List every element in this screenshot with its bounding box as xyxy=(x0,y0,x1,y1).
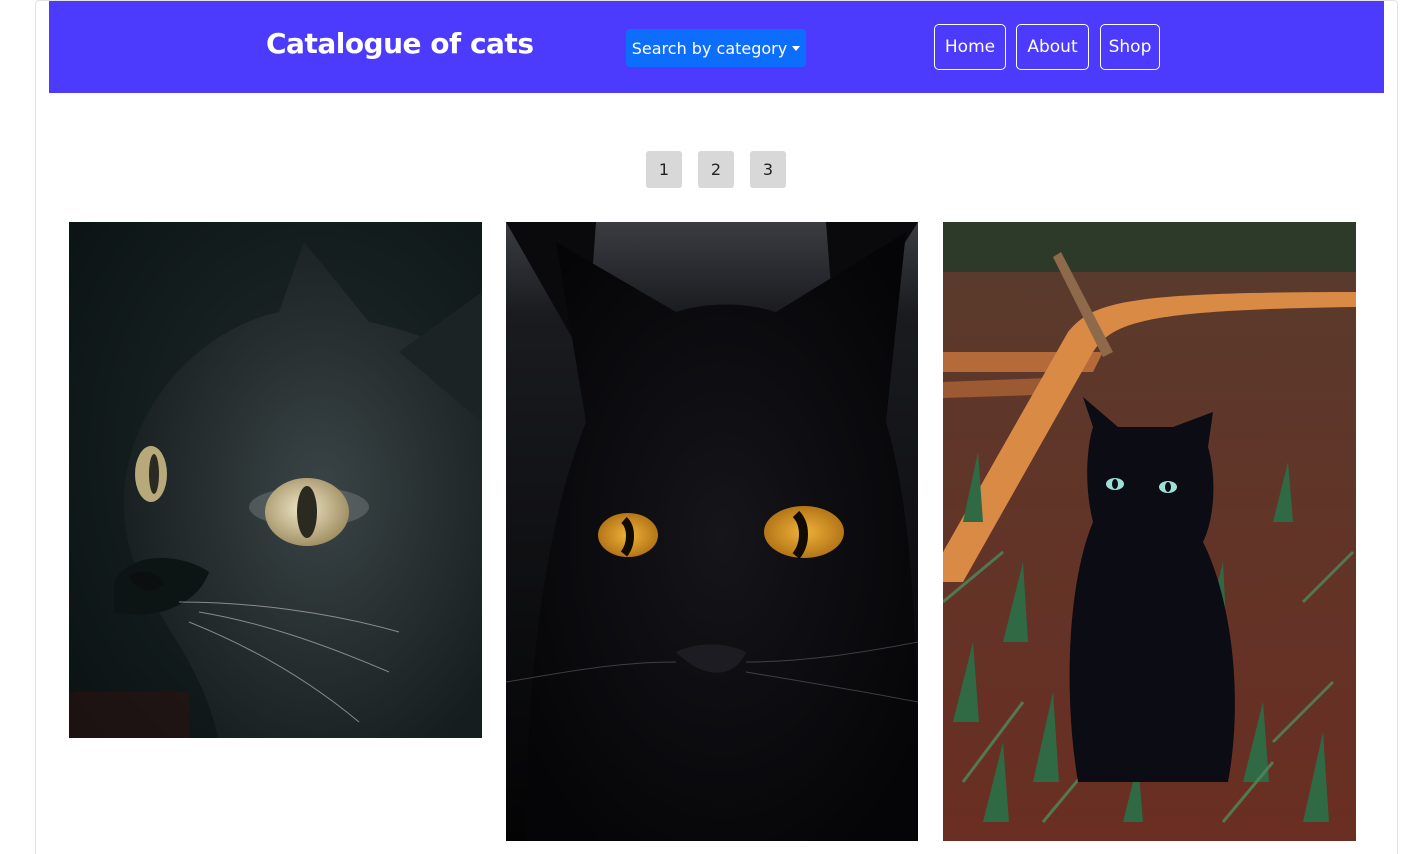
cat-image-1[interactable] xyxy=(69,222,482,738)
navbar: Catalogue of cats Search by category Hom… xyxy=(49,1,1384,93)
dropdown-label: Search by category xyxy=(631,38,788,58)
search-by-category-dropdown[interactable]: Search by category xyxy=(626,29,806,67)
cat-image-3[interactable] xyxy=(943,222,1356,841)
nav-about-button[interactable]: About xyxy=(1016,24,1089,70)
nav-shop-button[interactable]: Shop xyxy=(1100,24,1160,70)
nav-home-button[interactable]: Home xyxy=(934,24,1006,70)
pagination-page-2[interactable]: 2 xyxy=(698,151,734,188)
pagination-page-1[interactable]: 1 xyxy=(646,151,682,188)
pagination-page-3[interactable]: 3 xyxy=(750,151,786,188)
caret-down-icon xyxy=(792,46,801,51)
cat-image-2[interactable] xyxy=(506,222,918,841)
site-title[interactable]: Catalogue of cats xyxy=(266,27,534,60)
